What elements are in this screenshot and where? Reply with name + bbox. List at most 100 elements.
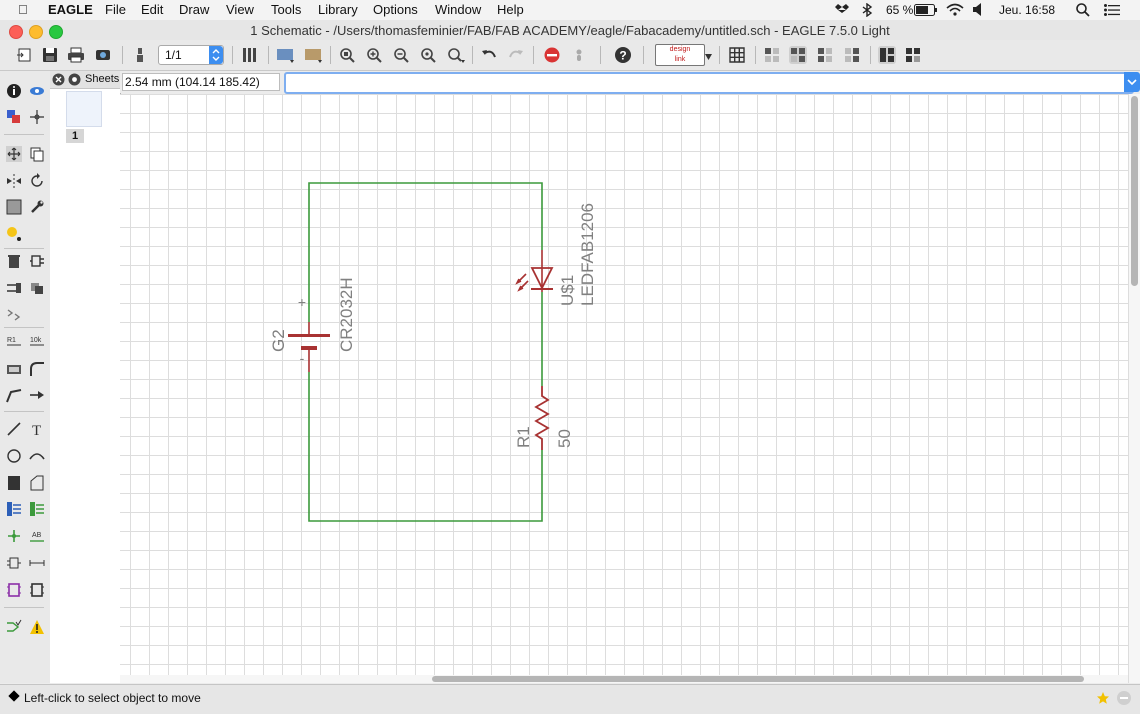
battery-value-label[interactable]: CR2032H (337, 277, 356, 352)
erc-icon[interactable] (6, 555, 22, 571)
panel-options-icon[interactable] (68, 73, 81, 86)
star-icon[interactable] (1096, 691, 1110, 705)
sheet-select[interactable]: 1/1 (158, 45, 224, 65)
paste-icon[interactable] (6, 226, 22, 242)
schematic-switch-icon[interactable] (304, 46, 324, 64)
wire-icon[interactable] (6, 421, 22, 437)
led-symbol-u1[interactable] (515, 250, 554, 292)
vertical-scrollbar[interactable] (1128, 94, 1140, 683)
print-icon[interactable] (67, 46, 85, 64)
vertical-scroll-thumb[interactable] (1131, 96, 1138, 286)
net-icon[interactable] (29, 501, 45, 517)
resistor-name-label[interactable]: R1 (514, 426, 533, 448)
miter-icon[interactable] (29, 361, 45, 377)
apple-icon[interactable]:  (18, 2, 28, 17)
help-icon[interactable]: ? (614, 46, 632, 64)
cam-processor-icon[interactable] (94, 46, 112, 64)
add-part-icon[interactable] (29, 253, 45, 269)
layout-quad-icon[interactable] (843, 46, 861, 64)
layout-single-icon[interactable] (763, 46, 781, 64)
open-file-icon[interactable] (16, 46, 34, 64)
battery-symbol-g2[interactable] (288, 322, 330, 372)
stop-command-icon[interactable] (1116, 690, 1132, 706)
menu-edit[interactable]: Edit (141, 2, 163, 17)
spotlight-search-icon[interactable] (1076, 3, 1090, 17)
split-icon[interactable] (6, 387, 22, 403)
name-icon[interactable]: R1 (6, 333, 22, 349)
errors-warning-icon[interactable] (29, 619, 45, 635)
board-switch-icon[interactable] (276, 46, 296, 64)
delete-icon[interactable] (6, 253, 22, 269)
label-icon[interactable]: AB (29, 528, 45, 544)
menu-clock[interactable]: Jeu. 16:58 (999, 3, 1055, 17)
bus-icon[interactable] (6, 501, 22, 517)
menu-file[interactable]: File (105, 2, 126, 17)
go-icon[interactable] (570, 46, 588, 64)
change-wrench-icon[interactable] (29, 199, 45, 215)
stop-icon[interactable] (543, 46, 561, 64)
menu-draw[interactable]: Draw (179, 2, 209, 17)
command-history-dropdown[interactable] (1124, 72, 1140, 92)
dropbox-icon[interactable] (835, 3, 849, 16)
mirror-icon[interactable] (6, 173, 22, 189)
rectangle-icon[interactable] (6, 475, 22, 491)
copy-icon[interactable] (29, 146, 45, 162)
use-sheet-icon[interactable] (131, 46, 149, 64)
battery-name-label[interactable]: G2 (269, 329, 288, 352)
menu-help[interactable]: Help (497, 2, 524, 17)
zoom-redraw-icon[interactable] (419, 46, 437, 64)
grid-icon[interactable] (728, 46, 746, 64)
sheet-thumbnail[interactable] (66, 91, 102, 127)
layout-split-icon[interactable] (789, 46, 807, 64)
erc-check-icon[interactable] (6, 619, 22, 635)
zoom-fit-icon[interactable] (338, 46, 356, 64)
menu-app-name[interactable]: EAGLE (48, 2, 93, 17)
notification-center-icon[interactable] (1104, 4, 1120, 16)
dimension-icon[interactable] (29, 555, 45, 571)
mark-icon[interactable] (29, 109, 45, 125)
pinswap-icon[interactable] (6, 280, 22, 296)
invoke-icon[interactable] (29, 387, 45, 403)
close-panel-icon[interactable] (52, 73, 65, 86)
resistor-value-label[interactable]: 50 (555, 429, 574, 448)
horizontal-scroll-thumb[interactable] (432, 676, 1084, 682)
command-line-input[interactable] (284, 72, 1134, 94)
sheet-select-stepper[interactable] (209, 46, 223, 64)
layout-triple-icon[interactable] (816, 46, 834, 64)
undo-icon[interactable] (480, 46, 498, 64)
info-icon[interactable] (6, 83, 22, 99)
zoom-in-icon[interactable] (365, 46, 383, 64)
menu-tools[interactable]: Tools (271, 2, 301, 17)
zoom-out-icon[interactable] (392, 46, 410, 64)
zoom-select-icon[interactable] (446, 46, 466, 64)
wire-bottom-left[interactable] (308, 372, 543, 522)
bluetooth-icon[interactable] (860, 3, 874, 17)
display-icon[interactable] (6, 109, 22, 125)
volume-icon[interactable] (972, 3, 986, 16)
menu-window[interactable]: Window (435, 2, 481, 17)
menu-library[interactable]: Library (318, 2, 358, 17)
redo-icon[interactable] (507, 46, 525, 64)
menu-view[interactable]: View (226, 2, 254, 17)
save-icon[interactable] (41, 46, 59, 64)
junction-icon[interactable] (6, 528, 22, 544)
design-link-button[interactable]: design link (655, 44, 705, 66)
group-icon[interactable] (6, 199, 22, 215)
polygon-icon[interactable] (29, 475, 45, 491)
gateswap-icon[interactable] (6, 307, 22, 323)
wifi-icon[interactable] (946, 3, 964, 16)
resistor-symbol-r1[interactable] (534, 386, 550, 450)
frame-icon[interactable] (29, 582, 45, 598)
show-icon[interactable] (29, 83, 45, 99)
circle-icon[interactable] (6, 448, 22, 464)
schematic-canvas[interactable]: + - G2 CR2032H U$1 LEDFAB1206 R1 50 (120, 94, 1128, 675)
layer-settings-icon[interactable] (241, 46, 259, 64)
design-link-dropdown-icon[interactable] (704, 53, 713, 61)
menu-options[interactable]: Options (373, 2, 418, 17)
battery-icon[interactable] (914, 4, 938, 16)
arc-icon[interactable] (29, 448, 45, 464)
led-value-label[interactable]: LEDFAB1206 (578, 203, 597, 306)
led-name-label[interactable]: U$1 (558, 275, 577, 306)
sheet-number-label[interactable]: 1 (66, 129, 84, 143)
panel-layout-icon[interactable] (904, 46, 922, 64)
